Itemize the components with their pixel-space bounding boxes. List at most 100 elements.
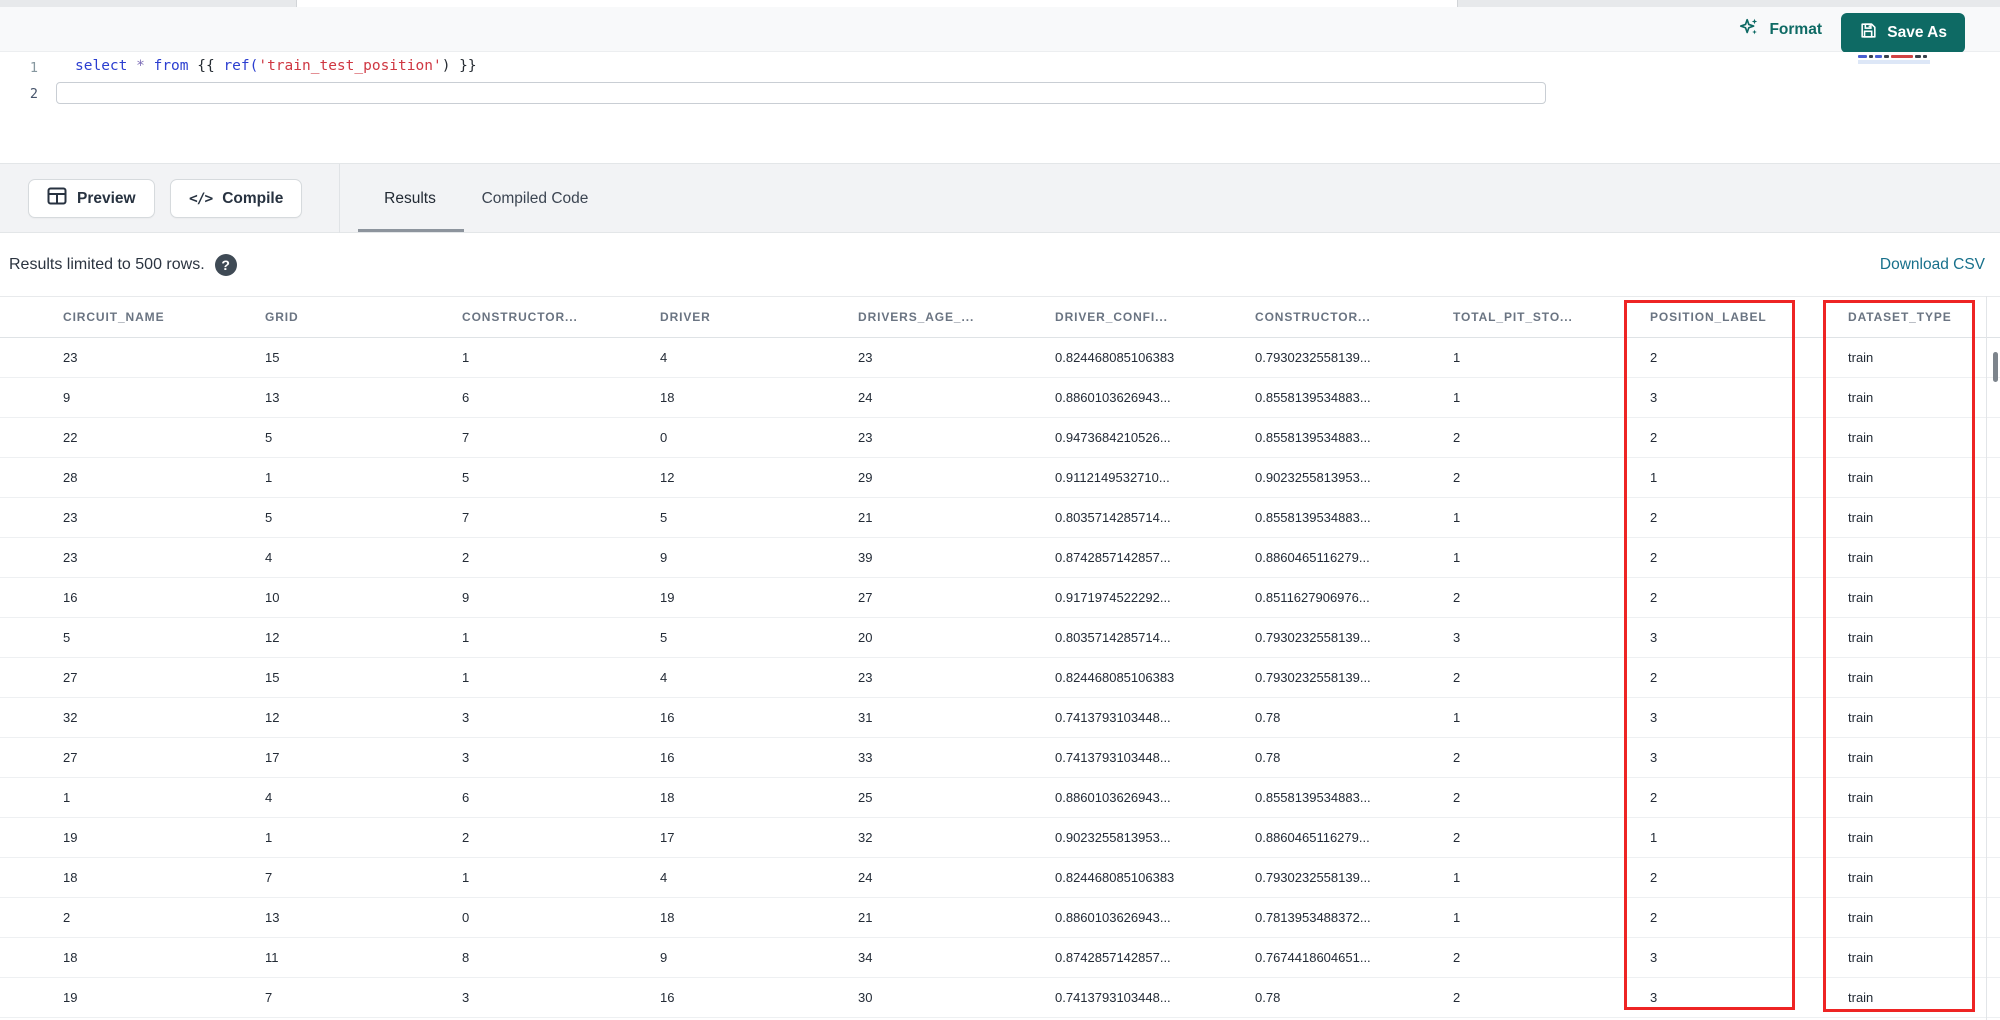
table-cell: train (1848, 430, 1874, 445)
table-cell: 1 (462, 630, 470, 645)
column-header[interactable]: CIRCUIT_NAME (63, 310, 265, 324)
line-number-2: 2 (29, 86, 38, 102)
table-cell: 2 (1453, 670, 1461, 685)
column-header[interactable]: POSITION_LABEL (1650, 310, 1848, 324)
table-cell: 2 (462, 550, 470, 565)
table-cell: 0.8511627906976... (1255, 590, 1370, 605)
results-action-bar: Preview </> Compile Results Compiled Cod… (0, 163, 2000, 233)
table-cell: train (1848, 790, 1874, 805)
table-cell: 0.78 (1255, 990, 1281, 1005)
tab-results[interactable]: Results (356, 164, 464, 233)
editor-toolbar: Format Save As (0, 7, 2000, 53)
table-cell: 16 (63, 590, 78, 605)
table-cell: 2 (1650, 430, 1658, 445)
table-cell: train (1848, 710, 1874, 725)
code-brackets-icon: </> (189, 190, 213, 207)
results-meta-row: Results limited to 500 rows. ? Download … (0, 233, 2000, 296)
results-table-body: 23 15 1 4 23 0.824468085106383 0.7930232558139… (0, 338, 2000, 1018)
save-as-button[interactable]: Save As (1841, 13, 1965, 53)
code-line-1[interactable]: select * from {{ ref('train_test_positio… (75, 58, 477, 78)
column-header[interactable]: TOTAL_PIT_STO... (1453, 310, 1650, 324)
sql-editor[interactable]: 1 2 select * from {{ ref('train_test_pos… (0, 52, 2000, 163)
tab-compiled-code[interactable]: Compiled Code (460, 164, 610, 233)
table-cell: 1 (1650, 470, 1658, 485)
active-tab-underline (358, 229, 464, 232)
table-cell: 1 (1453, 550, 1461, 565)
table-cell: 9 (462, 590, 470, 605)
preview-button[interactable]: Preview (28, 179, 155, 218)
dbt-ide-screen: Format Save As 1 2 select * from {{ ref(… (0, 0, 2000, 1020)
table-cell: 6 (462, 390, 470, 405)
code-line-2-input[interactable] (56, 82, 1546, 104)
column-header[interactable]: DRIVER (660, 310, 858, 324)
table-cell: 27 (63, 750, 78, 765)
results-table: CIRCUIT_NAME GRID CONSTRUCTOR... DRIVER DRIV… (0, 296, 2000, 1018)
table-cell: 0.7930232558139... (1255, 630, 1371, 645)
column-header[interactable]: DRIVER_CONFI... (1055, 310, 1255, 324)
table-cell: 0.8860103626943... (1055, 910, 1171, 925)
table-cell: 3 (1453, 630, 1461, 645)
table-cell: 3 (462, 750, 470, 765)
table-row: 27 17 3 16 33 0.7413793103448... 0.78 2 3 train (0, 738, 2000, 778)
format-button[interactable]: Format (1738, 7, 1822, 52)
table-row: 18 11 8 9 34 0.8742857142857... 0.767441860465… (0, 938, 2000, 978)
table-cell: 24 (858, 390, 873, 405)
active-file-tab[interactable] (296, 0, 1458, 7)
column-header[interactable]: CONSTRUCTOR... (1255, 310, 1453, 324)
table-cell: 4 (265, 790, 273, 805)
table-row: 16 10 9 19 27 0.9171974522292... 0.85116279069… (0, 578, 2000, 618)
table-cell: 15 (265, 670, 280, 685)
table-row: 19 1 2 17 32 0.9023255813953... 0.886046511627… (0, 818, 2000, 858)
line-number-1: 1 (29, 60, 38, 76)
table-cell: 0.7930232558139... (1255, 350, 1371, 365)
help-question-icon[interactable]: ? (214, 253, 237, 276)
table-cell: 23 (858, 670, 873, 685)
table-cell: 0.7930232558139... (1255, 670, 1371, 685)
table-cell: 0.8860465116279... (1255, 550, 1370, 565)
table-cell: 0.8035714285714... (1055, 510, 1171, 525)
table-cell: 16 (660, 990, 675, 1005)
table-cell: 0.8035714285714... (1055, 630, 1171, 645)
column-header[interactable]: CONSTRUCTOR... (462, 310, 660, 324)
table-cell: 10 (265, 590, 280, 605)
column-header[interactable]: GRID (265, 310, 462, 324)
table-cell: 5 (462, 470, 470, 485)
table-row: 27 15 1 4 23 0.824468085106383 0.7930232558139… (0, 658, 2000, 698)
table-cell: 24 (858, 870, 873, 885)
column-header[interactable]: DRIVERS_AGE_... (858, 310, 1055, 324)
table-cell: 9 (660, 550, 668, 565)
vertical-scrollbar-track[interactable] (1986, 296, 1987, 1020)
table-cell: 32 (63, 710, 78, 725)
table-cell: 23 (63, 510, 78, 525)
table-cell: 0.8860465116279... (1255, 830, 1370, 845)
table-cell: 5 (265, 430, 273, 445)
table-cell: 9 (63, 390, 71, 405)
table-row: 5 12 1 5 20 0.8035714285714... 0.7930232558139… (0, 618, 2000, 658)
vertical-scrollbar-thumb[interactable] (1993, 352, 1998, 382)
table-cell: 5 (265, 510, 273, 525)
table-cell: 1 (265, 470, 273, 485)
table-cell: 13 (265, 390, 280, 405)
table-cell: 39 (858, 550, 873, 565)
table-cell: 9 (660, 950, 668, 965)
table-cell: 23 (63, 550, 78, 565)
table-cell: 23 (858, 430, 873, 445)
table-cell: 16 (660, 710, 675, 725)
download-csv-link[interactable]: Download CSV (1880, 233, 1985, 296)
table-cell: 7 (265, 870, 273, 885)
results-table-header: CIRCUIT_NAME GRID CONSTRUCTOR... DRIVER DRIV… (0, 296, 2000, 338)
table-cell: 1 (462, 350, 470, 365)
table-cell: 2 (1453, 990, 1461, 1005)
column-header[interactable]: DATASET_TYPE (1848, 310, 2000, 324)
table-cell: 2 (1453, 790, 1461, 805)
table-cell: 0.7413793103448... (1055, 990, 1171, 1005)
table-cell: 1 (1453, 910, 1461, 925)
table-cell: 20 (858, 630, 873, 645)
table-cell: 3 (1650, 750, 1658, 765)
toolbar-divider (339, 164, 340, 233)
compile-button[interactable]: </> Compile (170, 179, 303, 218)
table-cell: train (1848, 390, 1874, 405)
table-cell: train (1848, 470, 1874, 485)
format-label: Format (1769, 20, 1822, 38)
table-cell: 0 (660, 430, 668, 445)
